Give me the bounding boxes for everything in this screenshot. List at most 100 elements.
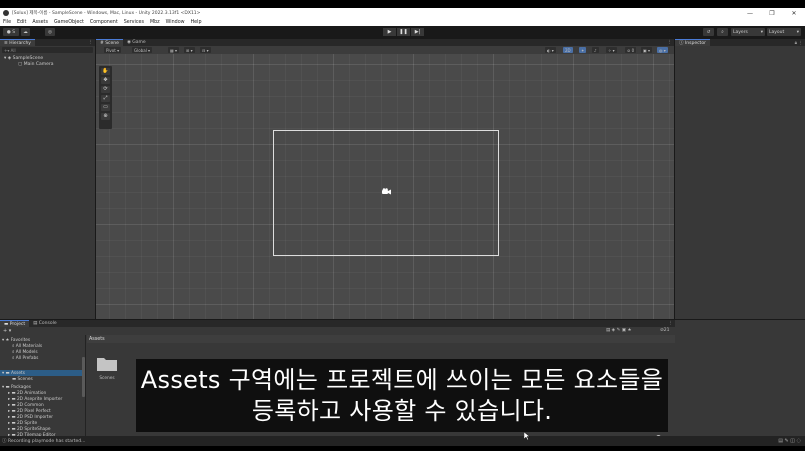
- favorites-label: Favorites: [10, 337, 31, 343]
- menu-help[interactable]: Help: [191, 20, 202, 25]
- hierarchy-search-input[interactable]: +▾ All: [2, 47, 93, 53]
- tab-project[interactable]: ▬ Project: [0, 320, 30, 327]
- effects-dropdown[interactable]: ✧ ▾: [606, 47, 617, 53]
- step-button[interactable]: ▶|: [411, 28, 424, 36]
- status-icons[interactable]: ▤ ✎ ◫ ◌: [778, 438, 801, 444]
- menu-bar: File Edit Assets GameObject Component Se…: [0, 18, 805, 26]
- tree-scrollbar[interactable]: [82, 357, 85, 397]
- account-button[interactable]: ● S: [3, 28, 19, 36]
- draw-mode-dropdown[interactable]: ◐ ▾: [545, 47, 556, 53]
- create-asset-icon[interactable]: + ▾: [3, 328, 11, 334]
- favorites-item[interactable]: ⌕ All Prefabs: [12, 355, 38, 361]
- play-button[interactable]: ▶: [383, 28, 396, 36]
- mode-2d-label: 2D: [565, 47, 571, 53]
- undo-history-button[interactable]: ↺: [703, 28, 714, 36]
- camera-settings-dropdown[interactable]: ▣ ▾: [641, 47, 653, 53]
- project-filter-icons[interactable]: ▤ ◈ ✎ ▣ ★: [606, 328, 632, 333]
- favorites-item-label: All Prefabs: [15, 355, 39, 361]
- move-tool-icon[interactable]: ✥: [101, 77, 110, 84]
- project-toolbar: + ▾ ▤ ◈ ✎ ▣ ★ ⊘21: [0, 327, 675, 342]
- cloud-button[interactable]: ☁: [21, 28, 30, 36]
- menu-assets[interactable]: Assets: [32, 20, 48, 25]
- lighting-toggle[interactable]: ✦: [579, 47, 587, 53]
- menu-window[interactable]: Window: [166, 20, 185, 25]
- layout-label: Layout: [769, 29, 785, 35]
- light-icon: ✦: [581, 47, 585, 53]
- assets-child-row[interactable]: ▬ Scenes: [12, 376, 33, 382]
- snap-increment-button[interactable]: ⊞ ▾: [184, 47, 195, 53]
- package-item-label: 2D PSD Importer: [16, 414, 54, 420]
- hierarchy-item[interactable]: ▢ Main Camera: [0, 61, 95, 67]
- maximize-button[interactable]: ❐: [761, 8, 783, 18]
- hand-tool-icon[interactable]: ✋: [101, 68, 110, 75]
- scene-toolbar: Pivot ▾ Global ▾ ▦ ▾ ⊞ ▾ ⊟ ▾ ◐ ▾ 2D ✦ ♪ …: [96, 46, 674, 54]
- camera-icon: ▣ ▾: [643, 47, 651, 53]
- folder-icon[interactable]: [96, 356, 118, 372]
- packages-label: Packages: [10, 384, 32, 390]
- title-bar: [Solux] 제목-이름 - SampleScene - Windows, M…: [0, 8, 805, 18]
- playmode-controls: ▶ ❚❚ ▶|: [383, 28, 425, 36]
- menu-gameobject[interactable]: GameObject: [54, 20, 84, 25]
- assets-child-label: Scenes: [17, 376, 33, 382]
- close-button[interactable]: ✕: [783, 8, 805, 18]
- tab-scene[interactable]: # Scene: [96, 39, 123, 46]
- menu-component[interactable]: Component: [90, 20, 118, 25]
- mouse-cursor-icon: [524, 432, 530, 440]
- scene-tabbar: # Scene ◉ Game ⋮: [96, 39, 674, 46]
- package-item-label: 2D SpriteShape: [16, 426, 51, 432]
- hidden-objects-toggle[interactable]: ⊘ 0: [625, 47, 637, 53]
- collab-button[interactable]: ◎: [45, 28, 55, 36]
- search-button[interactable]: ⌕: [717, 28, 728, 36]
- status-bar: ⓘ Recording playmode has started... ▤ ✎ …: [0, 436, 805, 446]
- gizmos-dropdown[interactable]: ◍ ▾: [657, 47, 668, 53]
- favorites-item-label: All Materials: [15, 343, 43, 349]
- folder-label[interactable]: Scenes: [92, 376, 122, 381]
- camera-gizmo-icon[interactable]: [381, 188, 391, 195]
- assets-label: Assets: [10, 370, 25, 376]
- grid-snapping-button[interactable]: ▦ ▾: [168, 47, 180, 53]
- audio-toggle[interactable]: ♪: [592, 47, 599, 53]
- pivot-dropdown[interactable]: Pivot ▾: [104, 47, 122, 53]
- package-item-label: 2D Aseprite Importer: [16, 396, 63, 402]
- unity-logo-icon: [3, 10, 9, 16]
- status-message[interactable]: Recording playmode has started...: [8, 439, 85, 444]
- global-dropdown[interactable]: Global ▾: [132, 47, 153, 53]
- folder-icon: ▸ ▬: [8, 396, 17, 402]
- panel-menu-icon[interactable]: ⋮: [669, 321, 674, 326]
- menu-file[interactable]: File: [3, 20, 11, 25]
- audio-icon: ♪: [594, 47, 597, 53]
- scale-tool-icon[interactable]: ⤢: [101, 95, 110, 102]
- menu-mbz[interactable]: Mbz: [150, 20, 160, 25]
- hidden-count-badge: ⊘21: [660, 328, 670, 333]
- layers-label: Layers: [733, 29, 748, 35]
- chevron-down-icon: ▾: [796, 29, 799, 35]
- folder-icon: ▸ ▬: [8, 420, 17, 426]
- panel-menu-icon[interactable]: ⋮: [668, 40, 673, 45]
- layers-dropdown[interactable]: Layers ▾: [731, 28, 765, 36]
- rect-tool-icon[interactable]: ▭: [101, 104, 110, 111]
- menu-services[interactable]: Services: [124, 20, 144, 25]
- subtitle-line-2: 등록하고 사용할 수 있습니다.: [251, 396, 553, 425]
- pause-button[interactable]: ❚❚: [397, 28, 410, 36]
- toggle-2d-button[interactable]: 2D: [563, 47, 573, 53]
- layout-dropdown[interactable]: Layout ▾: [767, 28, 801, 36]
- transform-tool-icon[interactable]: ⊕: [101, 113, 110, 120]
- breadcrumb-assets[interactable]: Assets: [89, 337, 105, 342]
- minimize-button[interactable]: —: [739, 8, 761, 18]
- tab-scene-label: Scene: [105, 40, 119, 46]
- tab-hierarchy[interactable]: ≡ Hierarchy: [0, 39, 35, 46]
- favorites-item-label: All Models: [15, 349, 38, 355]
- lock-icon[interactable]: 🔒︎ ⋮: [795, 40, 803, 46]
- tab-game-label: Game: [132, 40, 146, 45]
- tab-game[interactable]: ◉ Game: [122, 39, 150, 46]
- menu-edit[interactable]: Edit: [17, 20, 26, 25]
- increment-snap-button[interactable]: ⊟ ▾: [200, 47, 211, 53]
- rotate-tool-icon[interactable]: ⟳: [101, 86, 110, 93]
- panel-menu-icon[interactable]: ⋮: [89, 40, 94, 45]
- tab-console[interactable]: ▤ Console: [29, 320, 61, 327]
- tab-inspector-label: Inspector: [684, 40, 706, 46]
- account-label: S: [12, 29, 16, 35]
- folder-icon: ▸ ▬: [8, 402, 17, 408]
- tab-inspector[interactable]: ⓘ Inspector: [675, 39, 710, 46]
- shading-icon: ◐ ▾: [547, 47, 554, 53]
